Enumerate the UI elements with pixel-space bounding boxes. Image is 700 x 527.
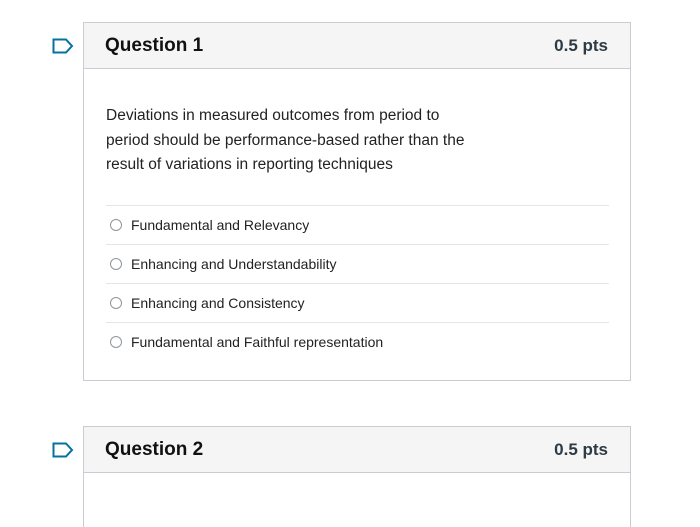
question-header-2: Question 2 0.5 pts: [84, 427, 630, 473]
answer-option-1[interactable]: Fundamental and Relevancy: [106, 204, 609, 244]
answer-label: Enhancing and Understandability: [131, 255, 337, 272]
question-body-1: Deviations in measured outcomes from per…: [84, 69, 630, 361]
question-title: Question 1: [105, 34, 204, 56]
answer-label: Fundamental and Relevancy: [131, 216, 310, 233]
radio-unselected-icon[interactable]: [110, 218, 122, 231]
flag-question-2-icon[interactable]: [52, 442, 74, 458]
answer-option-3[interactable]: Enhancing and Consistency: [106, 282, 609, 322]
question-header-1: Question 1 0.5 pts: [84, 23, 630, 69]
question-points: 0.5 pts: [554, 35, 608, 55]
answer-option-4[interactable]: Fundamental and Faithful representation: [106, 321, 609, 361]
question-points: 0.5 pts: [554, 439, 608, 459]
radio-unselected-icon[interactable]: [110, 296, 122, 309]
question-card-1: Question 1 0.5 pts Deviations in measure…: [83, 22, 631, 381]
question-text: Deviations in measured outcomes from per…: [106, 107, 465, 173]
question-card-2: Question 2 0.5 pts: [83, 426, 631, 527]
quiz-page: Question 1 0.5 pts Deviations in measure…: [0, 0, 700, 527]
answer-list: Fundamental and Relevancy Enhancing and …: [106, 204, 609, 361]
answer-label: Enhancing and Consistency: [131, 294, 305, 311]
radio-unselected-icon[interactable]: [110, 335, 122, 348]
answer-option-2[interactable]: Enhancing and Understandability: [106, 243, 609, 283]
radio-unselected-icon[interactable]: [110, 257, 122, 270]
question-title: Question 2: [105, 438, 204, 460]
flag-question-1-icon[interactable]: [52, 38, 74, 54]
answer-label: Fundamental and Faithful representation: [131, 333, 384, 350]
